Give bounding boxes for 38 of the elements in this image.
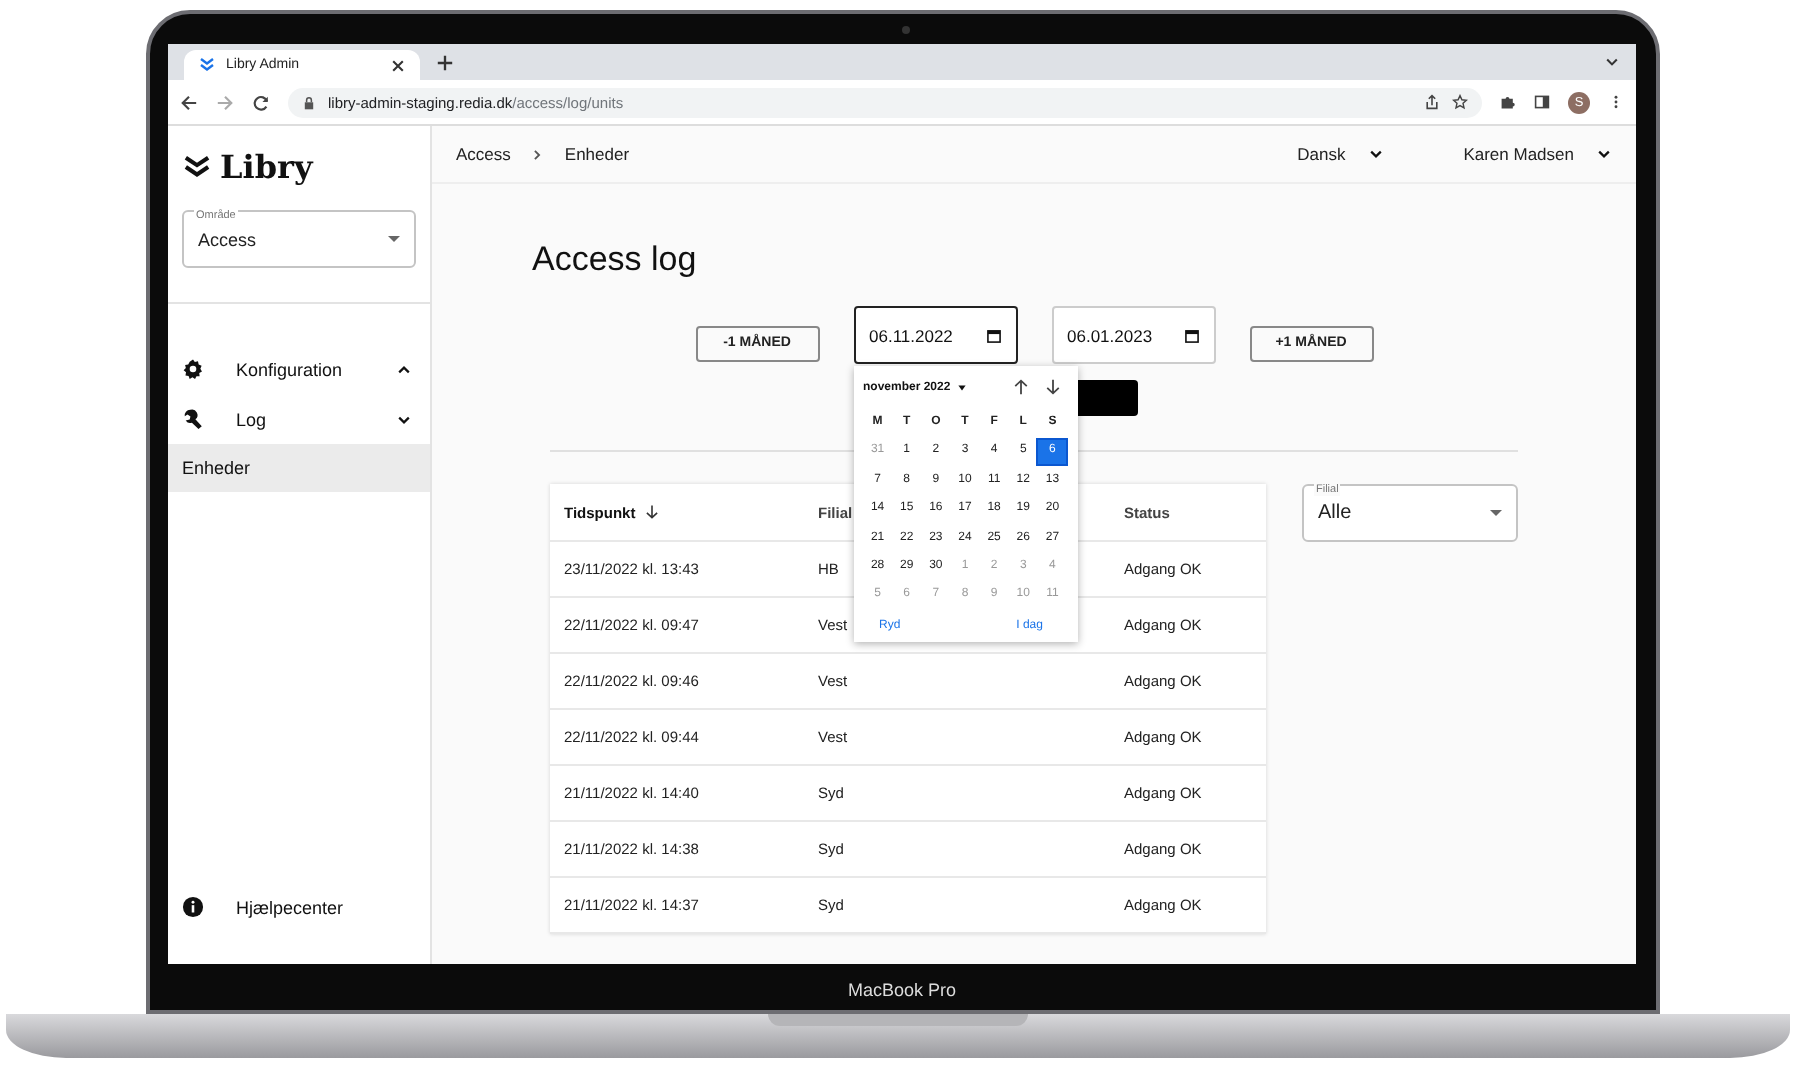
arrow-down-icon[interactable]	[1043, 378, 1061, 396]
date-field[interactable]: 06.11.2022	[853, 306, 1017, 364]
chevron-logo-icon	[198, 56, 216, 74]
help-link[interactable]: Hjælpecenter	[168, 882, 430, 932]
language-menu[interactable]: Dansk	[1297, 144, 1384, 164]
gear-icon	[182, 358, 204, 380]
caret-down-icon	[1367, 146, 1384, 162]
page-title: Access log	[532, 240, 697, 280]
logo-text: Libry	[220, 148, 313, 186]
plus-icon[interactable]	[436, 53, 454, 71]
arrow-up-icon[interactable]	[1011, 378, 1029, 396]
camera-dot	[902, 26, 910, 34]
date-field[interactable]: 06.01.2023	[1051, 306, 1215, 364]
arrow-down-icon	[643, 504, 660, 520]
breadcrumb-link[interactable]: Access	[456, 144, 511, 164]
reload-icon[interactable]	[252, 93, 270, 111]
puzzle-icon[interactable]	[1500, 94, 1516, 110]
sidebar-icon[interactable]	[1534, 94, 1550, 110]
caret-down-icon	[1596, 146, 1612, 162]
chevron-logo-icon	[182, 154, 212, 180]
info-icon	[182, 896, 204, 918]
back-icon[interactable]	[180, 93, 198, 111]
breadcrumb-link[interactable]: Enheder	[564, 144, 630, 164]
calendar-icon	[1183, 327, 1199, 343]
nav-item[interactable]: Log	[168, 394, 430, 444]
share-icon[interactable]	[1424, 94, 1440, 110]
user-menu[interactable]: Karen Madsen	[1463, 144, 1612, 164]
star-icon[interactable]	[1452, 94, 1468, 110]
calendar-icon	[985, 327, 1001, 343]
lock-icon	[302, 95, 316, 109]
chevron-down-icon[interactable]	[1604, 54, 1620, 70]
nav-item[interactable]: Konfiguration	[168, 344, 430, 394]
close-icon[interactable]	[390, 57, 406, 73]
caret-down-icon	[956, 381, 969, 393]
chevron-right-icon	[530, 147, 545, 161]
wrench-icon	[182, 408, 204, 430]
device-label: MacBook Pro	[845, 980, 959, 1000]
nav-subitem[interactable]: Enheder	[168, 444, 430, 492]
